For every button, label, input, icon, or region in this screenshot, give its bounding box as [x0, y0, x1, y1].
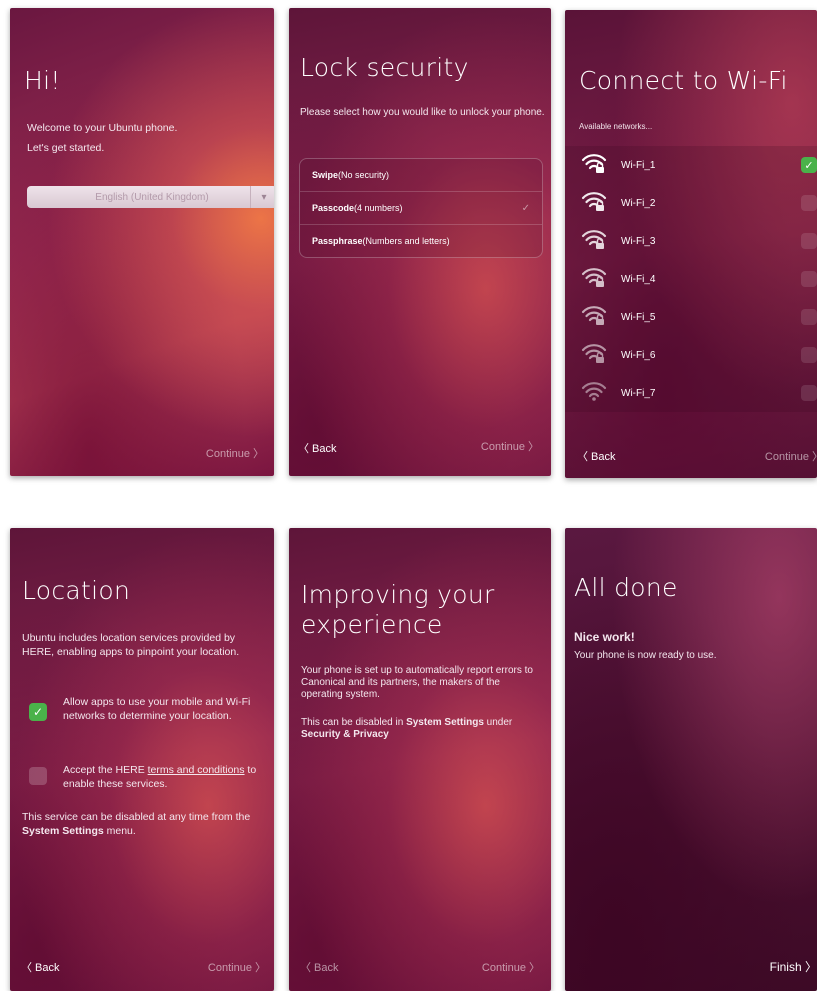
wifi-network-name: Wi-Fi_7	[621, 387, 656, 399]
option-passphrase[interactable]: Passphrase (Numbers and letters)	[300, 225, 542, 257]
available-networks-label: Available networks...	[579, 122, 653, 131]
improving-note: This can be disabled in System Settings …	[301, 717, 539, 741]
continue-button[interactable]: Continue 〉	[481, 438, 539, 454]
chevron-down-icon: ▾	[250, 186, 274, 208]
wifi-lock-icon	[581, 265, 607, 293]
finish-button[interactable]: Finish 〉	[770, 958, 817, 975]
wifi-list: Wi-Fi_1 ✓ Wi-Fi_2 Wi-Fi_3 Wi-Fi_4 Wi-Fi_5 Wi-F…	[565, 146, 817, 412]
option-swipe-label: Swipe	[312, 170, 339, 180]
continue-button[interactable]: Continue 〉	[206, 445, 264, 461]
note-mid: under	[483, 717, 513, 728]
allow-checkbox[interactable]: ✓	[29, 703, 47, 721]
back-button[interactable]: 〈 Back	[300, 959, 339, 975]
option-swipe-hint: (No security)	[338, 170, 390, 180]
back-button[interactable]: 〈 Back	[577, 448, 616, 464]
screen-wifi: Connect to Wi-Fi Available networks... W…	[565, 10, 817, 478]
nice-work-text: Nice work!	[574, 630, 635, 644]
accept-pre: Accept the HERE	[63, 764, 148, 776]
lock-title: Lock security	[300, 53, 469, 82]
wifi-network-name: Wi-Fi_4	[621, 273, 656, 285]
nice-work: Nice work!	[574, 630, 635, 644]
note-bold-settings: System Settings	[406, 717, 484, 728]
wifi-select-checkbox[interactable]	[801, 271, 817, 287]
allow-text: Allow apps to use your mobile and Wi-Fi …	[63, 696, 251, 722]
wifi-select-checkbox[interactable]	[801, 347, 817, 363]
wifi-network-name: Wi-Fi_6	[621, 349, 656, 361]
check-icon: ✓	[32, 705, 44, 719]
continue-button[interactable]: Continue 〉	[482, 959, 540, 975]
note-post: menu.	[103, 825, 136, 837]
wifi-network-name: Wi-Fi_3	[621, 235, 656, 247]
wifi-network-row[interactable]: Wi-Fi_2	[565, 184, 817, 222]
wifi-network-row[interactable]: Wi-Fi_4	[565, 260, 817, 298]
wifi-select-checkbox[interactable]: ✓	[801, 157, 817, 173]
screen-welcome: Hi! Welcome to your Ubuntu phone. Let's …	[10, 8, 274, 476]
wifi-select-checkbox[interactable]	[801, 309, 817, 325]
wifi-lock-icon	[581, 379, 607, 407]
wifi-title: Connect to Wi-Fi	[579, 66, 788, 95]
welcome-text: Welcome to your Ubuntu phone.	[27, 122, 178, 134]
wifi-lock-icon	[581, 189, 607, 217]
wifi-select-checkbox[interactable]	[801, 195, 817, 211]
location-title: Location	[22, 576, 131, 605]
wifi-lock-icon	[581, 303, 607, 331]
location-desc: Ubuntu includes location services provid…	[22, 632, 240, 658]
option-passphrase-hint: (Numbers and letters)	[362, 236, 450, 246]
note-pre: This can be disabled in	[301, 717, 407, 728]
wifi-network-row[interactable]: Wi-Fi_5	[565, 298, 817, 336]
welcome-title: Hi!	[24, 66, 61, 95]
improving-title: Improving your experience	[301, 580, 495, 639]
screen-lock-security: Lock security Please select how you woul…	[289, 8, 551, 476]
language-value: English (United Kingdom)	[95, 191, 209, 203]
option-passcode[interactable]: Passcode (4 numbers) ✓	[300, 192, 542, 225]
wifi-lock-icon	[581, 341, 607, 369]
wifi-select-checkbox[interactable]	[801, 233, 817, 249]
done-title: All done	[574, 573, 678, 602]
terms-link[interactable]: terms and conditions	[148, 764, 245, 776]
improving-desc: Your phone is set up to automatically re…	[301, 665, 533, 700]
option-passcode-label: Passcode	[312, 203, 355, 213]
lock-desc: Please select how you would like to unlo…	[300, 107, 545, 118]
wifi-network-row[interactable]: Wi-Fi_3	[565, 222, 817, 260]
note-bold: System Settings	[22, 825, 104, 837]
check-icon: ✓	[521, 202, 530, 214]
note-bold-privacy: Security & Privacy	[301, 729, 389, 740]
back-button[interactable]: 〈 Back	[21, 959, 60, 975]
back-button[interactable]: 〈 Back	[298, 440, 337, 456]
location-note: This service can be disabled at any time…	[22, 810, 260, 838]
lock-options-list: Swipe (No security) Passcode (4 numbers)…	[299, 158, 543, 258]
screen-all-done: All done Nice work! Your phone is now re…	[565, 528, 817, 991]
started-text: Let's get started.	[27, 142, 105, 154]
wifi-network-row[interactable]: Wi-Fi_1 ✓	[565, 146, 817, 184]
option-passcode-hint: (4 numbers)	[354, 203, 403, 213]
check-icon: ✓	[804, 158, 814, 172]
accept-text: Accept the HERE terms and conditions to …	[63, 763, 263, 791]
wifi-network-row[interactable]: Wi-Fi_7	[565, 374, 817, 412]
wifi-select-checkbox[interactable]	[801, 385, 817, 401]
option-passphrase-label: Passphrase	[312, 236, 363, 246]
accept-checkbox[interactable]	[29, 767, 47, 785]
note-pre: This service can be disabled at any time…	[22, 811, 251, 823]
wifi-network-name: Wi-Fi_1	[621, 159, 656, 171]
option-swipe[interactable]: Swipe (No security)	[300, 159, 542, 192]
continue-button[interactable]: Continue 〉	[208, 959, 266, 975]
wifi-lock-icon	[581, 151, 607, 179]
language-select[interactable]: English (United Kingdom) ▾	[27, 186, 274, 208]
wifi-network-name: Wi-Fi_5	[621, 311, 656, 323]
ready-text: Your phone is now ready to use.	[574, 650, 717, 661]
wifi-lock-icon	[581, 227, 607, 255]
wifi-network-row[interactable]: Wi-Fi_6	[565, 336, 817, 374]
screen-location: Location Ubuntu includes location servic…	[10, 528, 274, 991]
screen-improving: Improving your experience Your phone is …	[289, 528, 551, 991]
wifi-network-name: Wi-Fi_2	[621, 197, 656, 209]
continue-button[interactable]: Continue 〉	[765, 448, 817, 464]
